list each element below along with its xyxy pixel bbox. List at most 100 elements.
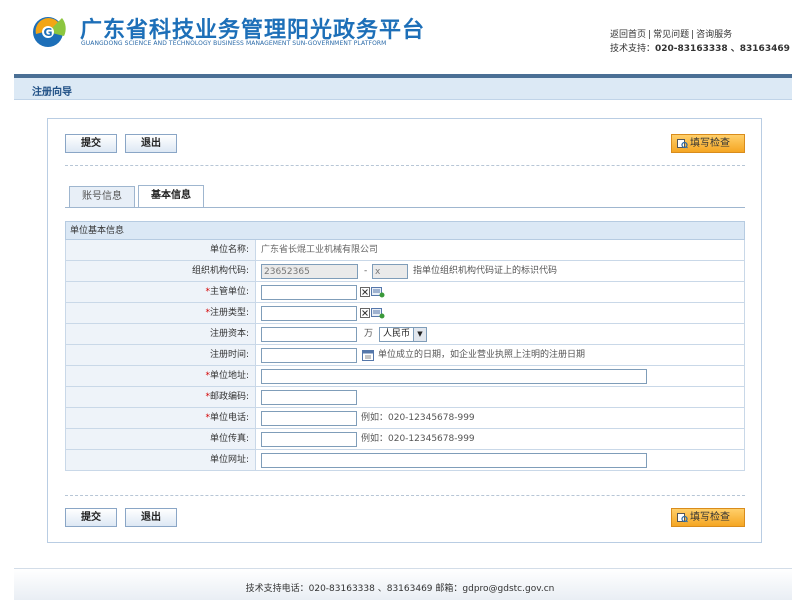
tab-basic-info[interactable]: 基本信息: [138, 185, 204, 207]
exit-button-bottom[interactable]: 退出: [125, 508, 177, 527]
address-label: *单位地址:: [66, 366, 256, 386]
page-title-bar: 注册向导: [14, 78, 792, 100]
org-code-dash: -: [364, 266, 368, 276]
select-list-icon[interactable]: [371, 307, 385, 319]
org-code-label: 组织机构代码:: [66, 261, 256, 281]
select-list-icon[interactable]: [371, 286, 385, 298]
reg-type-input[interactable]: [261, 306, 357, 321]
link-separator: |: [648, 30, 652, 40]
postcode-label-text: 邮政编码:: [209, 392, 249, 402]
row-address: *单位地址:: [65, 366, 745, 387]
tab-account-info[interactable]: 账号信息: [69, 186, 135, 207]
consult-link[interactable]: 咨询服务: [696, 30, 732, 40]
divider-bottom: [65, 495, 745, 496]
currency-select[interactable]: 人民币 ▼: [379, 327, 427, 342]
reg-date-label-text: 注册时间:: [209, 350, 249, 360]
postcode-cell: [257, 387, 744, 407]
address-cell: [257, 366, 744, 386]
row-postcode: *邮政编码:: [65, 387, 745, 408]
home-link[interactable]: 返回首页: [610, 30, 646, 40]
currency-value: 人民币: [383, 329, 411, 339]
capital-label: 注册资本:: [66, 324, 256, 344]
calendar-icon[interactable]: [362, 349, 374, 361]
unit-name-label-text: 单位名称:: [209, 245, 249, 255]
registration-panel: 提交 退出 填写检查 账号信息 基本信息 单位基本信息 单位名称: 广东省长焜工…: [47, 118, 762, 543]
address-label-text: 单位地址:: [209, 371, 249, 381]
page-title: 注册向导: [32, 87, 72, 98]
check-icon: [677, 139, 688, 149]
fax-input[interactable]: [261, 432, 357, 447]
top-links: 返回首页 | 常见问题 | 咨询服务: [610, 27, 732, 40]
row-org-code: 组织机构代码: - 指单位组织机构代码证上的标识代码: [65, 261, 745, 282]
phone-input[interactable]: [261, 411, 357, 426]
row-unit-name: 单位名称: 广东省长焜工业机械有限公司: [65, 240, 745, 261]
fax-label-text: 单位传真:: [209, 434, 249, 444]
website-label: 单位网址:: [66, 450, 256, 470]
supervisor-input[interactable]: [261, 285, 357, 300]
capital-input[interactable]: [261, 327, 357, 342]
check-button-label: 填写检查: [690, 512, 730, 523]
unit-name-cell: 广东省长焜工业机械有限公司: [257, 240, 744, 260]
site-logo-icon: G: [33, 17, 66, 47]
unit-name-label: 单位名称:: [66, 240, 256, 260]
row-supervisor: *主管单位:: [65, 282, 745, 303]
reg-type-label-text: 注册类型:: [209, 308, 249, 318]
divider-top: [65, 165, 745, 166]
phone-label-text: 单位电话:: [209, 413, 249, 423]
row-website: 单位网址:: [65, 450, 745, 471]
reg-date-label: 注册时间:: [66, 345, 256, 365]
clear-icon[interactable]: [360, 307, 370, 319]
header: G 广东省科技业务管理阳光政务平台 GUANGDONG SCIENCE AND …: [0, 0, 800, 74]
support-label: 技术支持：: [610, 44, 656, 54]
row-reg-type: *注册类型:: [65, 303, 745, 324]
website-input[interactable]: [261, 453, 647, 468]
section-header: 单位基本信息: [65, 221, 745, 240]
capital-unit: 万: [364, 329, 374, 339]
website-cell: [257, 450, 744, 470]
fax-label: 单位传真:: [66, 429, 256, 449]
row-capital: 注册资本: 万 人民币 ▼: [65, 324, 745, 345]
capital-label-text: 注册资本:: [209, 329, 249, 339]
svg-text:G: G: [44, 26, 53, 39]
supervisor-label-text: 主管单位:: [209, 287, 249, 297]
faq-link[interactable]: 常见问题: [653, 30, 689, 40]
footer-text: 技术支持电话：020-83163338 、83163469 邮箱：gdpro@g…: [245, 584, 555, 594]
row-phone: *单位电话: 例如：020-12345678-999: [65, 408, 745, 429]
org-code-suffix-input[interactable]: [372, 264, 408, 279]
supervisor-label: *主管单位:: [66, 282, 256, 302]
reg-date-note: 单位成立的日期，如企业营业执照上注明的注册日期: [378, 350, 586, 360]
support-info: 技术支持：020-83163338 、83163469: [610, 41, 790, 54]
postcode-label: *邮政编码:: [66, 387, 256, 407]
website-label-text: 单位网址:: [209, 455, 249, 465]
exit-button-top[interactable]: 退出: [125, 134, 177, 153]
postcode-input[interactable]: [261, 390, 357, 405]
row-reg-date: 注册时间: 单位成立的日期，如企业营业执照上注明的注册日期: [65, 345, 745, 366]
reg-type-label: *注册类型:: [66, 303, 256, 323]
phone-label: *单位电话:: [66, 408, 256, 428]
site-subtitle: GUANGDONG SCIENCE AND TECHNOLOGY BUSINES…: [81, 40, 387, 47]
tab-underline: [65, 207, 745, 208]
reg-date-cell: 单位成立的日期，如企业营业执照上注明的注册日期: [257, 345, 744, 365]
reg-date-input[interactable]: [261, 348, 357, 363]
support-phones: 020-83163338 、83163469: [655, 44, 790, 54]
reg-type-cell: [257, 303, 744, 323]
address-input[interactable]: [261, 369, 647, 384]
chevron-down-icon: ▼: [413, 328, 426, 341]
check-icon: [677, 513, 688, 523]
clear-icon[interactable]: [360, 286, 370, 298]
row-fax: 单位传真: 例如：020-12345678-999: [65, 429, 745, 450]
fax-example: 例如：020-12345678-999: [361, 434, 475, 444]
capital-cell: 万 人民币 ▼: [257, 324, 744, 344]
org-code-cell: - 指单位组织机构代码证上的标识代码: [257, 261, 744, 281]
phone-example: 例如：020-12345678-999: [361, 413, 475, 423]
submit-button-top[interactable]: 提交: [65, 134, 117, 153]
phone-cell: 例如：020-12345678-999: [257, 408, 744, 428]
check-button-bottom[interactable]: 填写检查: [671, 508, 745, 527]
supervisor-cell: [257, 282, 744, 302]
org-code-note: 指单位组织机构代码证上的标识代码: [413, 266, 558, 276]
org-code-input[interactable]: [261, 264, 358, 279]
unit-name-value: 广东省长焜工业机械有限公司: [261, 245, 379, 255]
org-code-label-text: 组织机构代码:: [191, 266, 249, 276]
submit-button-bottom[interactable]: 提交: [65, 508, 117, 527]
check-button-top[interactable]: 填写检查: [671, 134, 745, 153]
